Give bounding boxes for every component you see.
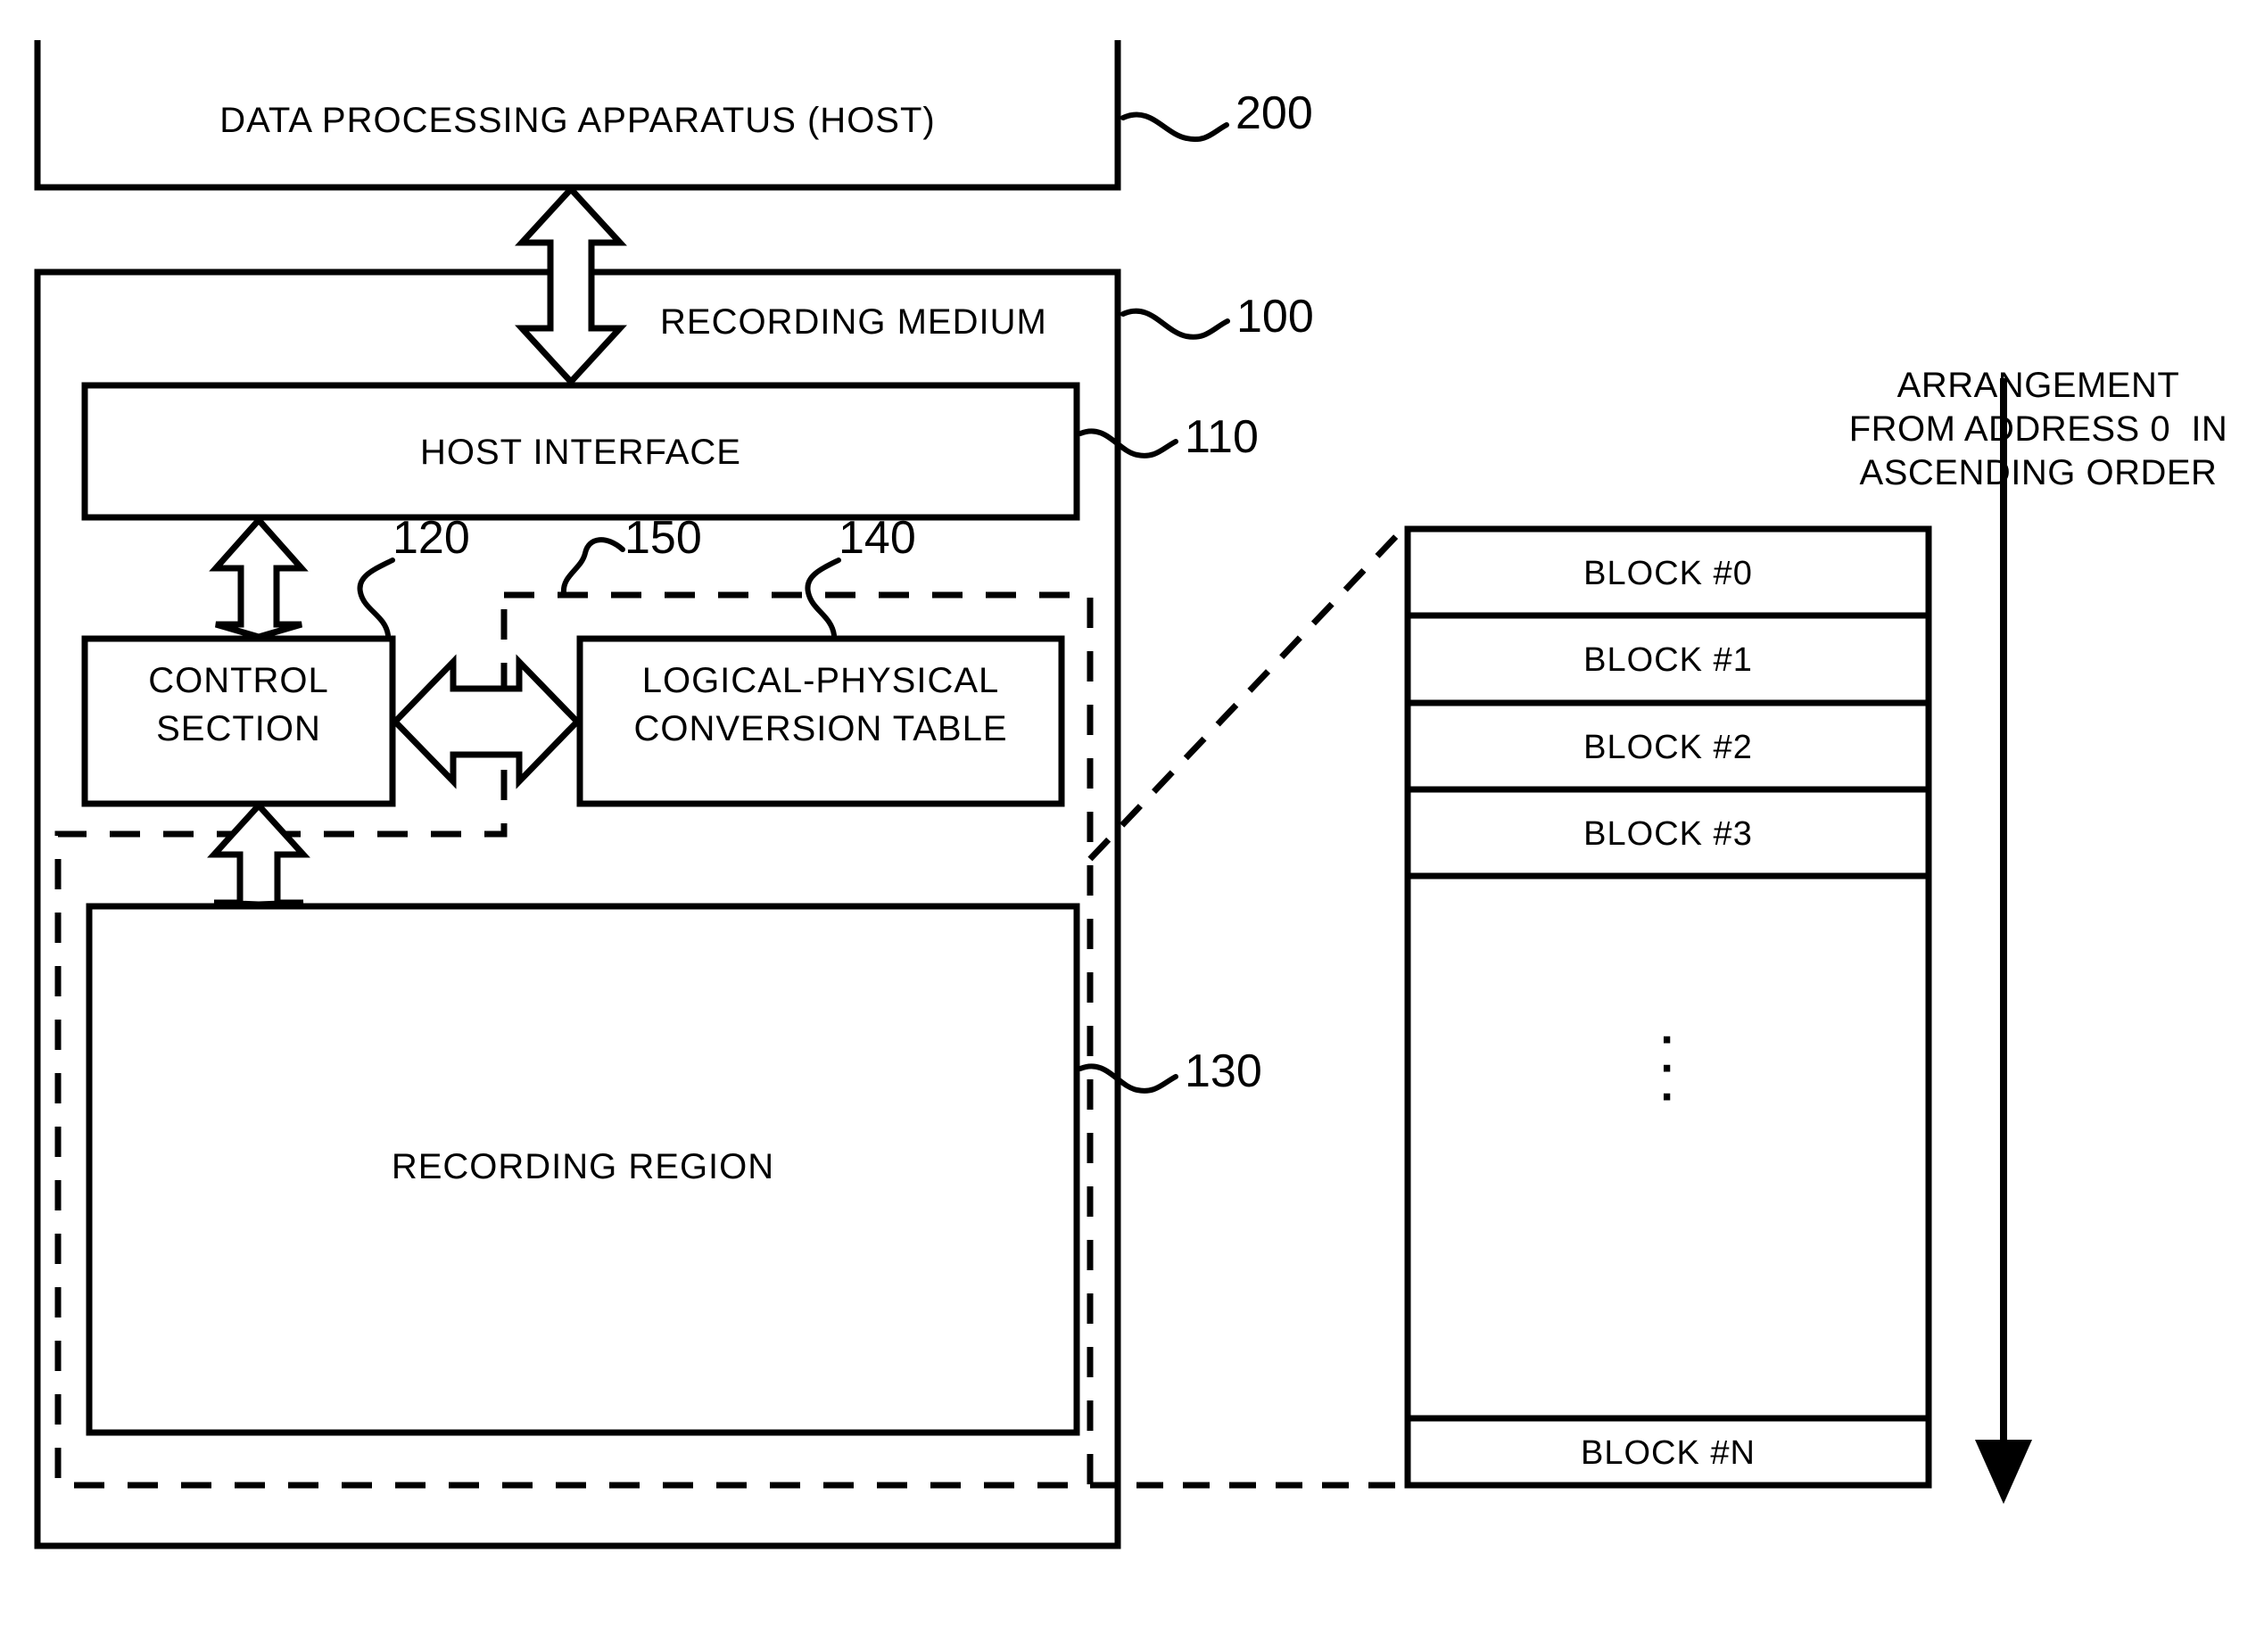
conversion-table-label-line1: LOGICAL-PHYSICAL [641,661,1000,700]
ref-number-200: 200 [1235,87,1313,139]
block-row-2: BLOCK #2 [1583,729,1753,766]
control-section-label-line2: SECTION [156,709,321,748]
ref-leader-150 [560,537,625,596]
recording-medium-label: RECORDING MEDIUM [660,302,1047,342]
figure-canvas: DATA PROCESSING APPARATUS (HOST) 200 REC… [0,0,2256,1652]
block-row-1: BLOCK #1 [1583,641,1753,679]
arrangement-note-line2: FROM ADDRESS 0 IN [1848,409,2228,449]
block-row-3: BLOCK #3 [1583,815,1753,853]
arrangement-note-line1: ARRANGEMENT [1897,366,2180,405]
block-row-0: BLOCK #0 [1583,555,1753,592]
recording-region-label: RECORDING REGION [391,1147,775,1186]
ref-number-130: 130 [1185,1045,1262,1097]
ref-number-150: 150 [624,512,702,564]
block-row-last: BLOCK #N [1581,1434,1756,1472]
ref-number-100: 100 [1236,291,1314,343]
conversion-table-label-line2: CONVERSION TABLE [633,709,1008,748]
arrow-control-to-region [207,800,310,908]
arrangement-direction-arrowhead [1975,1440,2032,1504]
ref-number-110: 110 [1185,411,1259,463]
arrangement-note-line3: ASCENDING ORDER [1859,453,2218,492]
callout-line-upper [1087,529,1403,862]
arrow-control-to-table [391,654,582,789]
host-apparatus-label: DATA PROCESSING APPARATUS (HOST) [219,101,936,140]
ref-leader-100 [1120,308,1230,340]
ref-leader-200 [1120,112,1229,143]
ref-leader-130 [1078,1063,1178,1094]
arrow-interface-to-control [209,515,309,640]
arrow-host-to-medium [515,184,627,387]
control-section-label-line1: CONTROL [148,661,329,700]
block-ellipsis: · · · [1660,1014,1676,1124]
host-interface-label: HOST INTERFACE [420,433,741,472]
ref-leader-120 [357,558,395,638]
ref-number-140: 140 [839,512,916,564]
ref-leader-110 [1078,428,1178,458]
ref-number-120: 120 [393,512,470,564]
